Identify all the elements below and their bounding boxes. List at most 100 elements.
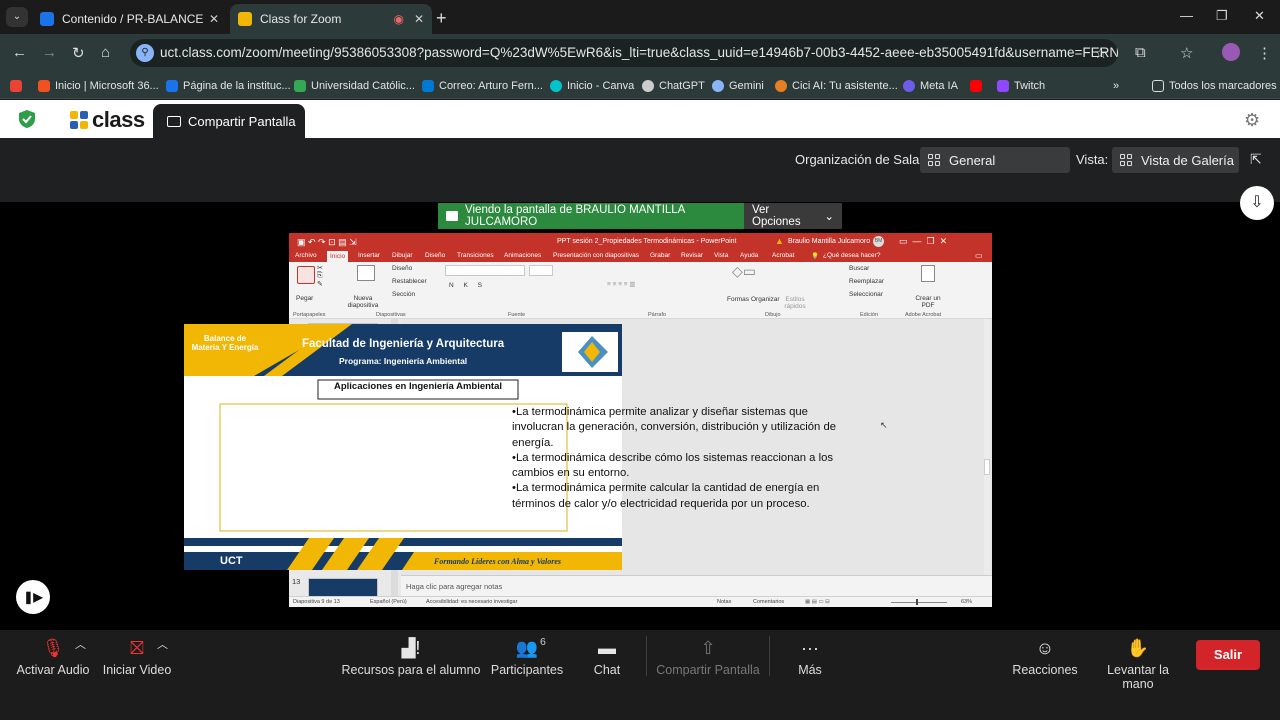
slide-bullets: •La termodinámica permite analizar y dis…	[512, 405, 852, 512]
leave-button[interactable]: Salir	[1196, 640, 1260, 670]
share-screen-label: Compartir Pantalla	[188, 113, 296, 129]
pdf-icon	[921, 265, 935, 282]
tab-search-button[interactable]: ⌄	[6, 7, 28, 27]
minimize-icon[interactable]: —	[1180, 8, 1193, 23]
warning-icon: ▲	[775, 236, 784, 246]
cici-icon	[775, 80, 787, 92]
logo-text: class	[92, 107, 145, 132]
bookmark-item[interactable]: Inicio - Canva	[550, 76, 634, 96]
ribbon-tab: Presentación con diapositivas	[553, 252, 639, 259]
microsoft-icon	[38, 80, 50, 92]
pause-icon[interactable]: ❚▶	[16, 580, 50, 614]
student-resources-button[interactable]: ▟! Recursos para el alumno	[340, 637, 482, 677]
audio-label: Activar Audio	[16, 663, 90, 677]
apps-icon[interactable]	[10, 76, 27, 96]
ribbon-tab: Insertar	[358, 252, 381, 259]
shield-icon	[19, 110, 35, 128]
zoom-level: 63%	[961, 599, 973, 605]
close-icon[interactable]: ✕	[414, 12, 424, 26]
new-slide-icon	[357, 265, 375, 281]
share-screen-icon: ⇧	[700, 638, 716, 658]
chat-label: Chat	[593, 663, 621, 677]
video-options-chevron-icon[interactable]: ︿	[157, 636, 168, 652]
restore-icon[interactable]: ❐	[1216, 8, 1228, 24]
ribbon-tab: Vista	[714, 252, 729, 259]
view-select[interactable]: Vista de Galería	[1112, 147, 1239, 173]
bookmark-item[interactable]: Página de la instituc...	[166, 76, 291, 96]
chat-button[interactable]: ▬ Chat	[586, 637, 628, 677]
room-organization-select[interactable]: General	[920, 147, 1070, 173]
close-icon[interactable]: ✕	[209, 12, 219, 26]
audio-options-chevron-icon[interactable]: ︿	[75, 636, 86, 652]
tell-me: ¿Qué desea hacer?	[823, 252, 881, 259]
home-icon[interactable]: ⌂	[101, 44, 110, 61]
popout-icon[interactable]: ⇱	[1250, 151, 1262, 168]
participants-icon: 👥	[515, 638, 539, 658]
collapse-toolbar-icon[interactable]: ⇩	[1240, 186, 1274, 220]
browser-tab[interactable]: Contenido / PR-BALANCE DE M ✕	[32, 4, 227, 34]
url-text: uct.class.com/zoom/meeting/95386053308?p…	[160, 45, 1118, 60]
ribbon-group-label: Diapositivas	[376, 312, 406, 318]
section-label: Sección	[392, 291, 416, 298]
bookmark-item[interactable]: Inicio | Microsoft 36...	[38, 76, 159, 96]
profile-avatar[interactable]	[1222, 43, 1240, 61]
room-organization-label: Organización de Sala:	[795, 152, 923, 167]
bookmark-item[interactable]: ChatGPT	[642, 76, 705, 96]
new-tab-button[interactable]: +	[436, 8, 447, 29]
lightbulb-icon: 💡	[811, 253, 820, 260]
class-favicon-icon	[238, 12, 252, 26]
share-screen-button[interactable]: ⇧ Compartir Pantalla	[655, 637, 761, 677]
notes-placeholder: Haga clic para agregar notas	[406, 582, 503, 591]
gemini-icon	[712, 80, 724, 92]
powerpoint-user: Braulio Mantilla Julcamoro	[788, 238, 871, 245]
ribbon-tab: Diseño	[425, 252, 446, 259]
bookmark-item[interactable]: Universidad Católic...	[294, 76, 415, 96]
bookmark-item[interactable]: Twitch	[997, 76, 1045, 96]
participants-button[interactable]: 👥 Participantes	[490, 637, 564, 677]
bookmark-item[interactable]: Cici AI: Tu asistente...	[775, 76, 898, 96]
select-label: Seleccionar	[849, 291, 883, 298]
ribbon-tab: Acrobat	[772, 252, 795, 259]
grid-icon	[1120, 154, 1132, 166]
view-options-button[interactable]: Ver Opciones ⌄	[744, 203, 842, 229]
raise-hand-button[interactable]: ✋ Levantar la mano	[1090, 637, 1186, 691]
view-label: Vista:	[1076, 152, 1109, 167]
ribbon-tab: Grabar	[650, 252, 671, 259]
bookmark-item[interactable]: Correo: Arturo Fern...	[422, 76, 543, 96]
bookmarks-icon[interactable]: ☆	[1180, 44, 1193, 62]
reactions-button[interactable]: ☺ Reacciones	[1010, 637, 1080, 677]
reload-icon[interactable]: ↻	[72, 44, 85, 62]
all-bookmarks[interactable]: Todos los marcadores	[1152, 76, 1277, 96]
ribbon: Pegar ✂ ⎘ ✎ Nueva diapositiva Diseño Resta…	[289, 262, 992, 319]
arrange-label: Organizar	[751, 296, 780, 303]
slide-corner-title: Balance de Materia Y Energía	[191, 334, 259, 352]
slide-footer-right: Formando Líderes con Alma y Valores	[434, 557, 562, 566]
more-bookmarks-icon[interactable]: »	[1113, 76, 1119, 96]
viewing-share-text: Viendo la pantalla de BRAULIO MANTILLA J…	[465, 204, 685, 228]
video-label: Iniciar Video	[102, 663, 172, 677]
address-bar[interactable]: ⚲ uct.class.com/zoom/meeting/95386053308…	[130, 39, 1118, 67]
recording-icon: ◉	[393, 12, 404, 26]
bookmark-item[interactable]: Gemini	[712, 76, 764, 96]
mouse-cursor-icon: ↖	[880, 420, 888, 430]
ribbon-group-label: Párrafo	[648, 312, 667, 318]
back-icon[interactable]: ←	[12, 44, 27, 61]
menu-icon[interactable]: ⋮	[1257, 44, 1272, 62]
bookmark-star-icon[interactable]: ☆	[1094, 44, 1107, 62]
bookmark-item[interactable]: Meta IA	[903, 76, 958, 96]
replace-label: Reemplazar	[849, 278, 885, 285]
more-button[interactable]: ··· Más	[792, 637, 828, 677]
zoom-slider	[891, 602, 947, 603]
share-screen-tab[interactable]: Compartir Pantalla	[153, 104, 305, 138]
youtube-icon[interactable]	[970, 76, 987, 96]
site-info-icon[interactable]: ⚲	[136, 44, 154, 62]
extensions-icon[interactable]: ⧉	[1135, 44, 1146, 61]
outlook-icon	[422, 80, 434, 92]
font-name-box	[445, 265, 525, 276]
close-window-icon[interactable]: ✕	[1254, 8, 1265, 24]
slide-faculty: Facultad de Ingeniería y Arquitectura	[302, 338, 505, 350]
forward-icon[interactable]: →	[42, 44, 57, 61]
browser-tab-active[interactable]: Class for Zoom ◉ ✕	[230, 4, 432, 34]
gear-icon[interactable]: ⚙	[1244, 111, 1262, 129]
divider	[646, 636, 647, 676]
